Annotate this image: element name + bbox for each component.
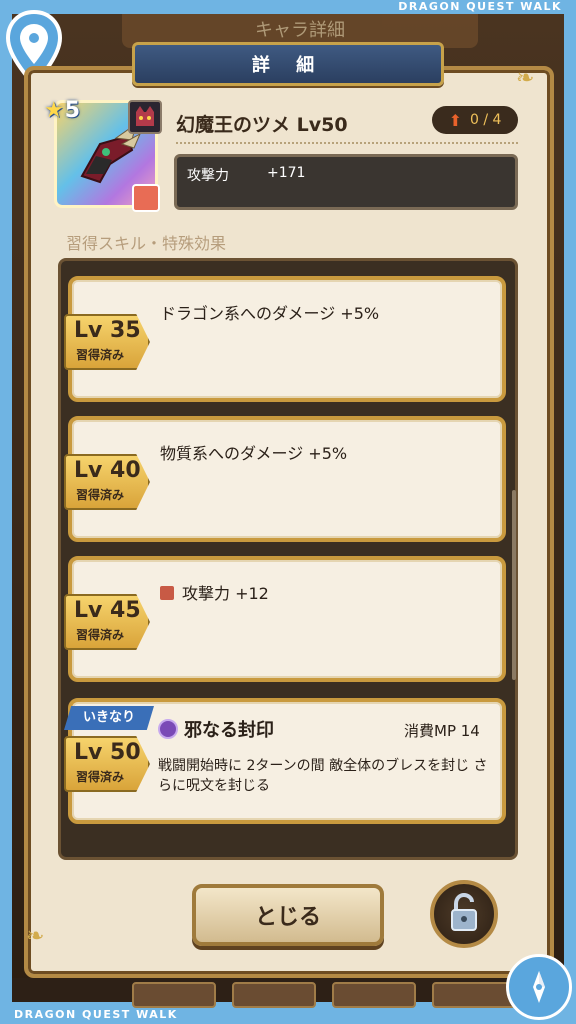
level-badge: Lv 50 習得済み <box>64 736 150 792</box>
item-name: 幻魔王のツメ Lv50 <box>176 114 348 136</box>
upgrade-arrow-icon: ⬆ <box>448 110 462 130</box>
level-badge: Lv 35 習得済み <box>64 314 150 370</box>
skill-title: 邪なる封印 <box>158 716 274 742</box>
skill-description: 戦闘開始時に 2ターンの間 敵全体のブレスを封じ さらに呪文を封じる <box>158 758 488 794</box>
learned-label: 習得済み <box>76 770 125 784</box>
level-label: Lv 45 <box>74 598 141 623</box>
stat-box: 攻撃力 +171 <box>174 154 518 210</box>
header-title: 詳 細 <box>132 42 444 86</box>
star-icon: ★ <box>44 98 64 123</box>
frame-left <box>0 0 12 1024</box>
ikinari-tag: いきなり <box>64 706 154 730</box>
corner-ornament-top-right: ❧ <box>516 66 535 91</box>
scrollbar[interactable] <box>512 490 516 680</box>
upgrade-counter: ⬆ 0 / 4 <box>432 106 518 134</box>
rarity-stars: ★ 5 <box>44 98 80 123</box>
rarity-value: 5 <box>64 98 81 123</box>
level-badge: Lv 40 習得済み <box>64 454 150 510</box>
mp-cost: 消費MP 14 <box>404 722 480 740</box>
level-label: Lv 35 <box>74 318 141 343</box>
compass-icon[interactable] <box>506 954 572 1020</box>
level-label: Lv 40 <box>74 458 141 483</box>
learned-label: 習得済み <box>76 348 125 362</box>
divider <box>176 142 518 144</box>
level-label: Lv 50 <box>74 740 141 765</box>
frame-right <box>564 0 576 1024</box>
lock-button[interactable] <box>430 880 498 948</box>
skill-text-value: 攻撃力 +12 <box>182 584 269 603</box>
stat-value: +171 <box>267 165 306 181</box>
brand-bottom: DRAGON QUEST WALK <box>14 1008 178 1021</box>
level-badge: Lv 45 習得済み <box>64 594 150 650</box>
skill-text: 物質系へのダメージ +5% <box>160 444 348 463</box>
bottom-tile[interactable] <box>232 982 316 1008</box>
lock-icon <box>451 892 477 931</box>
claw-type-icon <box>132 184 160 212</box>
corner-ornament-bottom-left: ❧ <box>26 924 45 949</box>
attack-icon <box>160 586 174 600</box>
skill-title-text: 邪なる封印 <box>184 720 274 741</box>
learned-label: 習得済み <box>76 628 125 642</box>
skill-text: 攻撃力 +12 <box>160 580 269 604</box>
stat-label: 攻撃力 <box>187 168 229 184</box>
monster-icon <box>128 100 162 134</box>
learned-label: 習得済み <box>76 488 125 502</box>
brand-top: DRAGON QUEST WALK <box>398 0 562 13</box>
section-title: 習得スキル・特殊効果 <box>66 234 227 253</box>
bottom-tile[interactable] <box>432 982 516 1008</box>
bottom-tile[interactable] <box>132 982 216 1008</box>
orb-icon <box>158 719 178 739</box>
bottom-tile[interactable] <box>332 982 416 1008</box>
skill-text: ドラゴン系へのダメージ +5% <box>160 304 380 323</box>
upgrade-value: 0 / 4 <box>469 112 502 128</box>
close-button[interactable]: とじる <box>192 884 384 946</box>
